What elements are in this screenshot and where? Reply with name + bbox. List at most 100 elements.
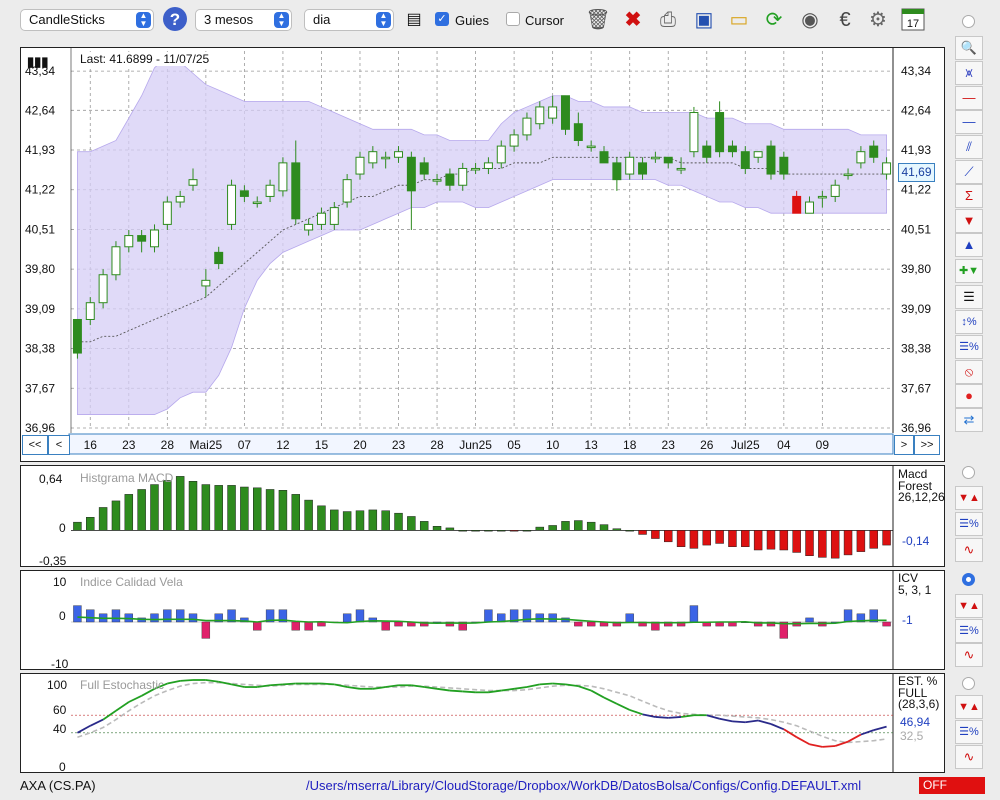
zoom-icon[interactable]: 🔍 bbox=[955, 36, 983, 60]
help-icon[interactable]: ? bbox=[161, 6, 189, 34]
macd-panel-radio[interactable] bbox=[962, 466, 975, 479]
percent-lines-icon[interactable]: ☰% bbox=[955, 335, 983, 359]
stoch-k-segment bbox=[578, 685, 592, 692]
icv-panel-radio[interactable] bbox=[962, 573, 975, 586]
levels-icon[interactable]: ☰ bbox=[955, 285, 983, 309]
stoch-k-segment bbox=[873, 725, 887, 732]
fibonacci-icon[interactable]: Σ bbox=[955, 184, 983, 208]
main-panel-radio[interactable] bbox=[962, 15, 975, 28]
stoch-k-segment bbox=[719, 717, 733, 723]
y-tick-label-left: 39,80 bbox=[25, 262, 55, 276]
chart-type-select[interactable]: CandleSticks ▲ ▼ bbox=[20, 9, 154, 31]
macd-bar bbox=[471, 530, 480, 532]
blue-line-icon[interactable]: — bbox=[955, 110, 983, 134]
macd-percent-icon[interactable]: ☰% bbox=[955, 512, 983, 536]
add-signal-icon[interactable]: ✚▼ bbox=[955, 259, 983, 283]
icv-ytick-top: 10 bbox=[53, 575, 67, 589]
candle-body bbox=[342, 179, 352, 203]
calendar-window-icon[interactable]: ▤ bbox=[400, 6, 428, 34]
stoch-k-segment bbox=[167, 679, 181, 685]
icv-curve-icon[interactable]: ∿ bbox=[955, 643, 983, 667]
refresh-icon[interactable]: ⟳ bbox=[760, 6, 788, 34]
icv-signals-icon[interactable]: ▼▲ bbox=[955, 594, 983, 618]
macd-ytick-zero: 0 bbox=[59, 521, 66, 535]
candle-body bbox=[792, 195, 802, 214]
icv-bar bbox=[175, 609, 185, 623]
print-icon[interactable]: ⎙ bbox=[654, 6, 682, 34]
x-tick-label: 09 bbox=[816, 438, 830, 452]
open-folder-icon[interactable]: ▭ bbox=[725, 6, 753, 34]
chart-type-mini-icon: ▮▮▮ bbox=[27, 54, 49, 69]
candle-body bbox=[445, 173, 455, 186]
candle-body bbox=[740, 151, 750, 169]
macd-bar bbox=[381, 510, 390, 531]
stoch-k-segment bbox=[732, 720, 746, 724]
record-icon[interactable]: ● bbox=[955, 384, 983, 408]
indicator-icon[interactable]: ⩙ bbox=[955, 61, 983, 85]
buy-arrow-icon[interactable]: ▲ bbox=[955, 233, 983, 257]
icv-bar bbox=[574, 621, 583, 627]
icv-percent-icon[interactable]: ☰% bbox=[955, 619, 983, 643]
cursor-checkbox[interactable] bbox=[506, 12, 520, 26]
delete-icon[interactable]: ✖ bbox=[619, 6, 647, 34]
period-select[interactable]: 3 mesos ▲ ▼ bbox=[195, 9, 292, 31]
candle-body bbox=[162, 201, 172, 225]
off-badge[interactable]: OFF bbox=[919, 777, 985, 794]
download-icon[interactable]: ◉ bbox=[796, 6, 824, 34]
interval-select[interactable]: dia ▲ ▼ bbox=[304, 9, 394, 31]
trash-icon[interactable]: 🗑 bbox=[584, 6, 612, 34]
save-icon[interactable]: ▣ bbox=[690, 6, 718, 34]
stoch-k-segment bbox=[590, 689, 605, 699]
channel-icon[interactable]: ⫽ bbox=[955, 135, 983, 159]
macd-curve-icon[interactable]: ∿ bbox=[955, 538, 983, 562]
sell-arrow-icon[interactable]: ▼ bbox=[955, 209, 983, 233]
macd-bar bbox=[869, 530, 878, 549]
config-path-link[interactable]: /Users/mserra/Library/CloudStorage/Dropb… bbox=[306, 778, 861, 793]
y-tick-label-right: 41,93 bbox=[901, 143, 931, 157]
guides-checkbox[interactable]: ✓ bbox=[435, 12, 449, 26]
candle-body bbox=[72, 318, 82, 354]
macd-bar bbox=[394, 512, 403, 531]
euro-icon[interactable]: € bbox=[831, 6, 859, 34]
trendline-icon[interactable]: ⟋ bbox=[955, 160, 983, 184]
macd-bar bbox=[882, 530, 891, 546]
nav-first-button[interactable]: << bbox=[22, 435, 48, 455]
candle-body bbox=[304, 223, 314, 231]
stoch-signals-icon[interactable]: ▼▲ bbox=[955, 695, 983, 719]
macd-ytick-bottom: -0,35 bbox=[39, 554, 67, 568]
candle-body bbox=[650, 156, 660, 160]
stoch-k-segment bbox=[822, 745, 836, 748]
y-tick-label-right: 41,22 bbox=[901, 183, 931, 197]
stoch-panel: Full Estochastic 100 60 40 0 EST. % FULL… bbox=[20, 673, 945, 774]
candle-body bbox=[239, 190, 249, 197]
chevron-updown-icon: ▲ ▼ bbox=[136, 12, 151, 28]
nav-prev-button[interactable]: < bbox=[48, 435, 70, 455]
macd-bar bbox=[304, 499, 313, 531]
x-tick-label: 16 bbox=[84, 438, 98, 452]
stoch-percent-icon[interactable]: ☰% bbox=[955, 720, 983, 744]
macd-bar bbox=[625, 530, 634, 532]
candle-body bbox=[586, 145, 596, 149]
icv-signal-line bbox=[77, 616, 887, 625]
macd-bar bbox=[163, 480, 172, 531]
macd-bar bbox=[240, 486, 249, 531]
calendar-icon[interactable]: 17 bbox=[899, 6, 927, 34]
red-line-icon[interactable]: — bbox=[955, 86, 983, 110]
stoch-panel-radio[interactable] bbox=[962, 677, 975, 690]
candle-body bbox=[252, 201, 262, 205]
candle-body bbox=[843, 173, 853, 177]
settings-icon[interactable]: ⚙ bbox=[864, 6, 892, 34]
candle-body bbox=[612, 162, 622, 181]
cursor-label: Cursor bbox=[525, 13, 565, 28]
nav-last-button[interactable]: >> bbox=[914, 435, 940, 455]
candle-body bbox=[663, 156, 673, 164]
macd-bar bbox=[792, 530, 801, 553]
macd-signals-icon[interactable]: ▼▲ bbox=[955, 486, 983, 510]
candle-body bbox=[124, 235, 134, 248]
stoch-curve-icon[interactable]: ∿ bbox=[955, 745, 983, 769]
nav-next-button[interactable]: > bbox=[894, 435, 914, 455]
swap-icon[interactable]: ⇄ bbox=[955, 408, 983, 432]
percent-range-icon[interactable]: ↕% bbox=[955, 310, 983, 334]
stoch-ytick-100: 100 bbox=[47, 678, 68, 692]
stop-icon[interactable]: ⦸ bbox=[955, 360, 983, 384]
